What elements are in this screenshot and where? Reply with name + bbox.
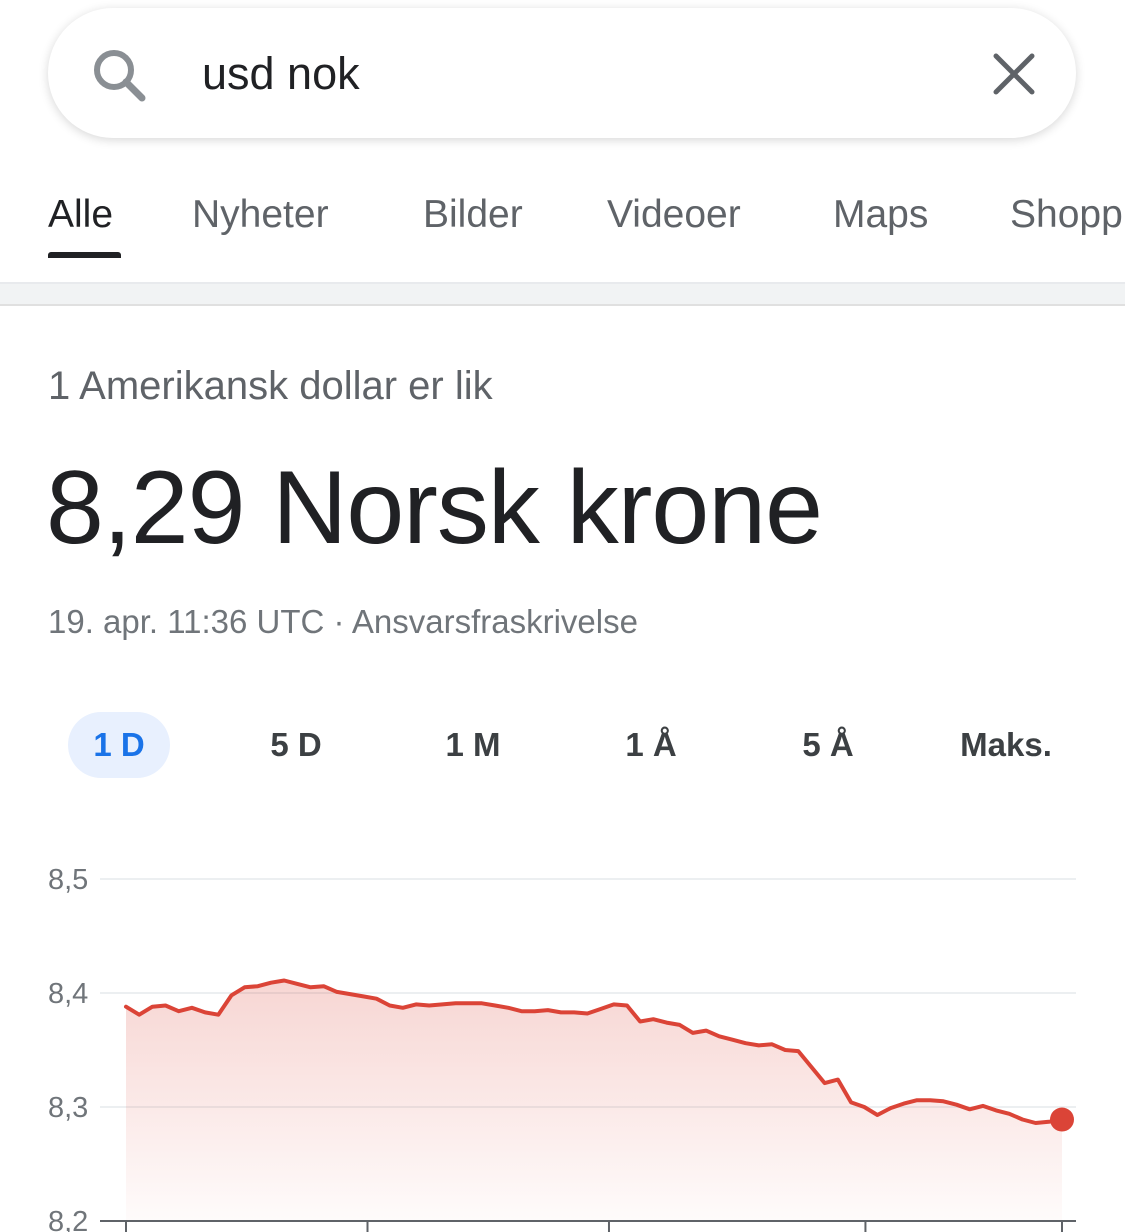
y-axis-tick-label: 8,2: [48, 1206, 88, 1232]
close-icon[interactable]: [988, 48, 1040, 100]
range-1y-button[interactable]: 1 Å: [600, 712, 702, 778]
page: usd nok Alle Nyheter Bilder Videoer Maps…: [0, 0, 1125, 1232]
rate-timestamp-line: 19. apr. 11:36 UTC · Ansvarsfraskrivelse: [48, 600, 638, 644]
tab-bilder[interactable]: Bilder: [423, 192, 523, 238]
exchange-rate-chart[interactable]: 8,5 8,4 8,3 8,2: [0, 840, 1125, 1232]
conversion-subtitle: 1 Amerikansk dollar er lik: [48, 364, 493, 408]
tab-maps[interactable]: Maps: [833, 192, 928, 238]
rate-timestamp: 19. apr. 11:36 UTC: [48, 603, 325, 640]
search-input[interactable]: usd nok: [202, 42, 360, 106]
chart-svg: 8,5 8,4 8,3 8,2: [48, 864, 1076, 1232]
active-tab-indicator: [48, 252, 121, 258]
range-1d-button[interactable]: 1 D: [68, 712, 170, 778]
timestamp-separator: ·: [324, 603, 352, 640]
y-axis-tick-label: 8,3: [48, 1092, 88, 1124]
section-separator-border: [0, 304, 1125, 306]
y-axis-tick-label: 8,5: [48, 864, 88, 896]
search-tabs: Alle Nyheter Bilder Videoer Maps Shopp: [0, 170, 1125, 280]
tab-videoer[interactable]: Videoer: [607, 192, 741, 238]
range-max-button[interactable]: Maks.: [940, 712, 1072, 778]
range-1m-button[interactable]: 1 M: [422, 712, 524, 778]
conversion-rate: 8,29 Norsk krone: [46, 450, 823, 566]
y-axis-tick-label: 8,4: [48, 978, 88, 1010]
tab-alle[interactable]: Alle: [48, 192, 113, 238]
range-5y-button[interactable]: 5 Å: [777, 712, 879, 778]
section-separator: [0, 284, 1125, 304]
search-icon[interactable]: [88, 44, 148, 104]
range-5d-button[interactable]: 5 D: [245, 712, 347, 778]
chart-current-point: [1050, 1107, 1074, 1132]
disclaimer-link[interactable]: Ansvarsfraskrivelse: [352, 603, 638, 640]
tab-nyheter[interactable]: Nyheter: [192, 192, 329, 238]
tab-shopping[interactable]: Shopp: [1010, 192, 1123, 238]
